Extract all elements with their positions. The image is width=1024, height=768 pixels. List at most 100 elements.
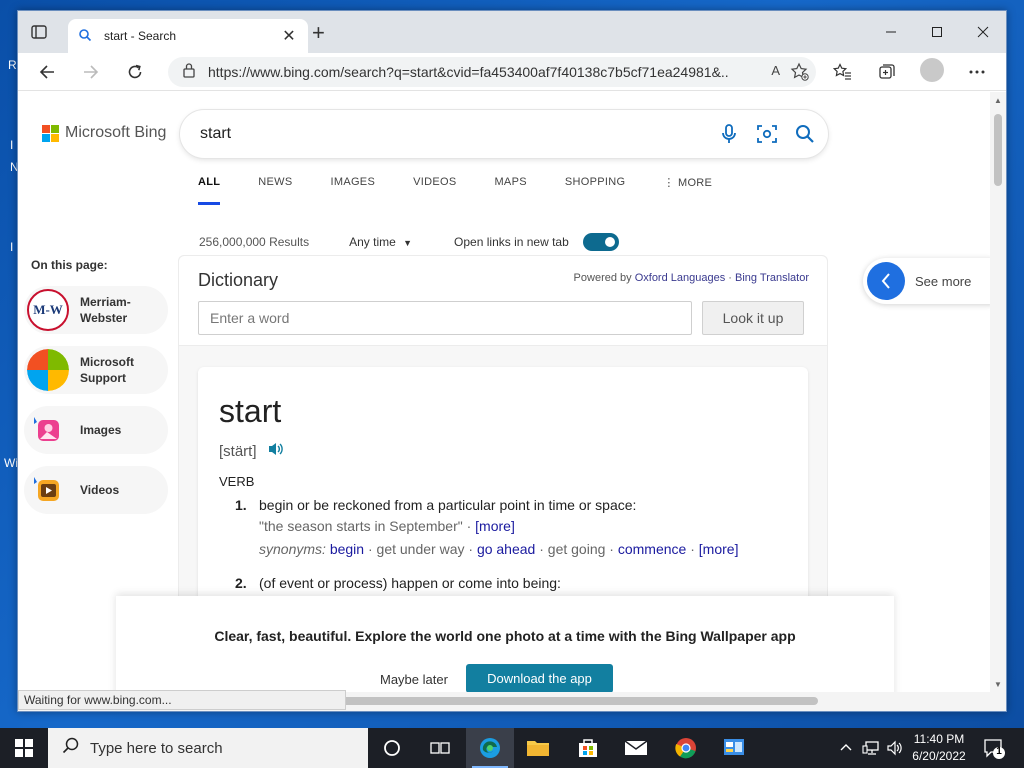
- search-icon[interactable]: [790, 119, 820, 149]
- address-bar[interactable]: https://www.bing.com/search?q=start&cvid…: [168, 57, 816, 87]
- browser-toolbar: https://www.bing.com/search?q=start&cvid…: [18, 53, 1006, 91]
- maybe-later-button[interactable]: Maybe later: [380, 672, 448, 687]
- desktop-icon-label: I: [10, 138, 14, 152]
- on-this-page-label: Merriam-Webster: [80, 295, 131, 325]
- synonym-link[interactable]: commence: [618, 541, 686, 557]
- open-links-label: Open links in new tab: [454, 235, 569, 249]
- visual-search-icon[interactable]: [752, 119, 782, 149]
- desktop-icon-label: I: [10, 240, 14, 254]
- edge-icon[interactable]: [466, 728, 514, 768]
- desktop-icon-label: Wi: [4, 456, 18, 470]
- cortana-icon[interactable]: [368, 728, 416, 768]
- definition-number: 1.: [235, 497, 247, 513]
- mail-icon[interactable]: [612, 728, 660, 768]
- tab-shopping[interactable]: SHOPPING: [565, 176, 625, 205]
- tab-more[interactable]: ⋮ MORE: [663, 176, 712, 205]
- more-link[interactable]: [more]: [699, 541, 739, 557]
- images-icon: [27, 409, 69, 451]
- on-this-page-item[interactable]: Videos: [24, 466, 168, 514]
- profile-avatar[interactable]: [920, 58, 944, 82]
- synonym-text: get under way: [376, 541, 465, 557]
- search-box[interactable]: start: [180, 110, 828, 158]
- maximize-icon[interactable]: [914, 17, 960, 47]
- tab-active[interactable]: start - Search ✕: [68, 19, 308, 53]
- refresh-icon[interactable]: [120, 58, 150, 86]
- notifications-icon[interactable]: 1: [982, 736, 1006, 760]
- store-icon[interactable]: [564, 728, 612, 768]
- bing-logo[interactable]: Microsoft Bing: [42, 124, 166, 142]
- horizontal-scroll-thumb[interactable]: [338, 697, 818, 705]
- chevron-left-icon: [867, 262, 905, 300]
- taskbar-search-box[interactable]: Type here to search: [48, 728, 368, 768]
- tab-more-label: MORE: [677, 177, 713, 189]
- download-app-button[interactable]: Download the app: [466, 664, 613, 692]
- on-this-page-item[interactable]: M-W Merriam-Webster: [24, 286, 168, 334]
- show-hidden-icons-icon[interactable]: [840, 740, 852, 755]
- videos-icon: [27, 469, 69, 511]
- network-icon[interactable]: [862, 740, 880, 759]
- chrome-icon[interactable]: [662, 728, 710, 768]
- dictionary-word: start: [219, 393, 282, 429]
- more-link[interactable]: [more]: [475, 518, 515, 534]
- clock-time: 11:40 PM: [913, 732, 965, 746]
- dictionary-header: Dictionary Powered by Oxford Languages ·…: [179, 256, 827, 346]
- see-more-button[interactable]: See more: [863, 258, 990, 304]
- tab-actions-icon[interactable]: [30, 23, 50, 43]
- close-tab-icon[interactable]: ✕: [280, 26, 298, 46]
- forward-icon[interactable]: [76, 58, 106, 86]
- synonym-link[interactable]: go ahead: [477, 541, 535, 557]
- search-icon: [62, 737, 80, 760]
- lock-icon[interactable]: [182, 62, 196, 83]
- logo-text: Microsoft Bing: [65, 124, 167, 141]
- scroll-thumb[interactable]: [994, 114, 1002, 186]
- close-window-icon[interactable]: [960, 17, 1006, 47]
- dictionary-word-input[interactable]: Enter a word: [198, 301, 692, 335]
- tab-videos[interactable]: VIDEOS: [413, 176, 456, 205]
- add-favorite-icon[interactable]: [790, 62, 810, 87]
- read-aloud-icon[interactable]: A: [771, 63, 780, 78]
- definition-item: 1. begin or be reckoned from a particular…: [235, 497, 636, 513]
- control-panel-icon[interactable]: [710, 728, 758, 768]
- file-explorer-icon[interactable]: [514, 728, 562, 768]
- more-dots-icon: ⋮: [663, 177, 675, 189]
- oxford-languages-link[interactable]: Oxford Languages: [635, 272, 726, 284]
- tab-all[interactable]: ALL: [198, 176, 221, 205]
- browser-window: start - Search ✕ + https://www.bing.com/…: [17, 10, 1007, 712]
- on-this-page-item[interactable]: Microsoft Support: [24, 346, 168, 394]
- minimize-icon[interactable]: [868, 17, 914, 47]
- tab-news[interactable]: NEWS: [258, 176, 292, 205]
- collections-icon[interactable]: [872, 58, 902, 86]
- on-this-page-item[interactable]: Images: [24, 406, 168, 454]
- system-clock[interactable]: 11:40 PM 6/20/2022: [906, 731, 972, 765]
- new-tab-icon[interactable]: +: [312, 22, 325, 44]
- back-icon[interactable]: [32, 58, 62, 86]
- tab-bar: start - Search ✕ +: [18, 11, 1006, 53]
- task-view-icon[interactable]: [416, 728, 464, 768]
- definition-item: 2. (of event or process) happen or come i…: [235, 575, 561, 591]
- look-it-up-button[interactable]: Look it up: [702, 301, 804, 335]
- notification-count: 1: [996, 746, 1002, 757]
- search-icon: [78, 28, 94, 44]
- more-options-icon[interactable]: [962, 58, 992, 86]
- microphone-icon[interactable]: [714, 119, 744, 149]
- bing-translator-link[interactable]: Bing Translator: [735, 272, 809, 284]
- results-count: 256,000,000 Results: [199, 235, 310, 249]
- volume-icon[interactable]: [886, 740, 904, 759]
- windows-start-icon[interactable]: [0, 728, 48, 768]
- status-bar: Waiting for www.bing.com...: [18, 690, 346, 710]
- any-time-filter[interactable]: Any time ▼: [349, 235, 412, 249]
- desktop-icon-label: R: [8, 58, 17, 72]
- synonym-link[interactable]: begin: [330, 541, 364, 557]
- scroll-down-icon[interactable]: ▼: [994, 680, 1002, 689]
- on-this-page-heading: On this page:: [31, 258, 108, 272]
- tab-maps[interactable]: MAPS: [494, 176, 526, 205]
- speaker-icon[interactable]: [267, 441, 285, 461]
- any-time-label: Any time: [349, 235, 396, 249]
- vertical-scrollbar[interactable]: ▲ ▼: [990, 92, 1006, 692]
- tab-images[interactable]: IMAGES: [331, 176, 376, 205]
- favorites-icon[interactable]: [828, 58, 858, 86]
- scroll-up-icon[interactable]: ▲: [994, 96, 1002, 105]
- search-query[interactable]: start: [200, 125, 714, 143]
- open-links-toggle[interactable]: [582, 233, 619, 251]
- definition-text: (of event or process) happen or come int…: [259, 575, 561, 591]
